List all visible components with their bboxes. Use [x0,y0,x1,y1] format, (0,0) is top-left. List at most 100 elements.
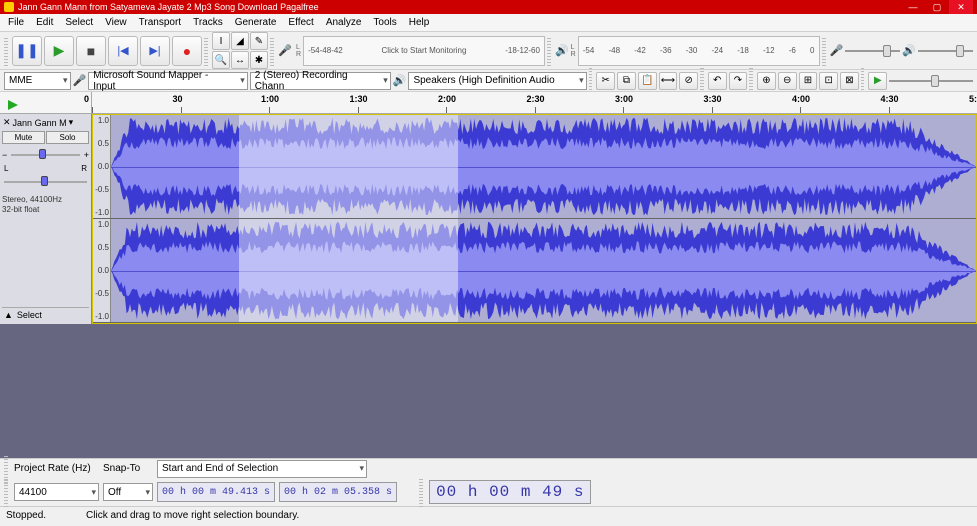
zoom-toggle-button[interactable]: ⊠ [840,72,859,90]
timeline-label: 4:00 [792,94,810,104]
timeline-label: 2:30 [527,94,545,104]
selection-region[interactable] [239,219,458,322]
project-rate-combo[interactable]: 44100 [14,483,99,501]
selection-mode-combo[interactable]: Start and End of Selection [157,460,367,478]
track-control-panel: ✕Jann Gann M▾ MuteSolo −+ LR Stereo, 441… [0,114,92,324]
mic-icon: 🎤 [278,44,292,57]
speaker-icon[interactable]: 🔊 [555,44,569,57]
rec-meter-hint: Click to Start Monitoring [343,46,506,55]
fit-project-button[interactable]: ⊡ [819,72,838,90]
mic-icon: 🎤 [73,74,87,87]
envelope-tool-icon[interactable]: ◢ [231,32,249,50]
recording-volume-slider[interactable] [845,44,900,58]
menu-tracks[interactable]: Tracks [187,15,229,30]
minimize-button[interactable]: — [901,0,925,14]
menubar: File Edit Select View Transport Tracks G… [0,14,977,32]
timeshift-tool-icon[interactable]: ↔ [231,51,249,69]
selection-region[interactable] [239,115,458,218]
track-name[interactable]: Jann Gann M [13,118,67,128]
grip[interactable] [4,36,8,66]
selection-start-time[interactable]: 00 h 00 m 49.413 s [157,482,275,502]
select-label[interactable]: Select [17,310,42,320]
empty-track-area[interactable] [0,324,977,458]
audio-position-time[interactable]: 00 h 00 m 49 s [429,480,591,504]
maximize-button[interactable]: ▢ [925,0,949,14]
play-at-speed-button[interactable]: ▶ [868,72,887,90]
channel-left[interactable]: 1.00.50.0-0.5-1.0 [93,115,976,219]
play-speed-slider[interactable] [889,74,973,88]
timeline-label: 5:00 [969,94,977,104]
grip[interactable] [700,66,704,96]
copy-button[interactable]: ⧉ [617,72,636,90]
menu-file[interactable]: File [2,15,30,30]
menu-effect[interactable]: Effect [282,15,319,30]
pause-button[interactable]: ❚❚ [12,36,42,66]
skip-start-button[interactable]: |◀ [108,36,138,66]
menu-edit[interactable]: Edit [30,15,59,30]
menu-transport[interactable]: Transport [133,15,187,30]
paste-button[interactable]: 📋 [638,72,657,90]
multi-tool-icon[interactable]: ✱ [250,51,268,69]
mute-button[interactable]: Mute [2,131,45,144]
timeline-label: 0 [84,94,89,104]
play-device-combo[interactable]: Speakers (High Definition Audio [408,72,586,90]
fit-selection-button[interactable]: ⊞ [799,72,818,90]
grip[interactable] [204,36,208,66]
waveform-area[interactable]: 1.00.50.0-0.5-1.0 1.00.50.0-0.5-1.0 [92,114,977,324]
solo-button[interactable]: Solo [46,131,89,144]
pan-slider[interactable] [4,176,87,188]
trim-button[interactable]: ⟷ [659,72,678,90]
snap-to-combo[interactable]: Off [103,483,153,501]
amplitude-scale: 1.00.50.0-0.5-1.0 [93,219,111,322]
grip[interactable] [861,66,865,96]
rec-device-combo[interactable]: Microsoft Sound Mapper - Input [88,72,248,90]
timeline-label: 2:00 [438,94,456,104]
collapse-icon[interactable]: ▲ [4,310,13,320]
zoom-tool-icon[interactable]: 🔍 [212,51,230,69]
channel-right[interactable]: 1.00.50.0-0.5-1.0 [93,219,976,323]
playback-volume-slider[interactable] [918,44,973,58]
status-state: Stopped. [6,510,46,521]
grip[interactable] [547,36,551,66]
grip[interactable] [822,36,826,66]
grip[interactable] [4,477,8,507]
mic-vol-icon: 🎤 [830,44,844,57]
selection-tool-icon[interactable]: I [212,32,230,50]
menu-view[interactable]: View [99,15,133,30]
menu-select[interactable]: Select [59,15,99,30]
timeline-ruler[interactable]: 0301:001:302:002:303:003:304:004:305:00 [0,92,977,114]
track-menu-icon[interactable]: ▾ [69,117,74,128]
close-button[interactable]: ✕ [949,0,973,14]
menu-generate[interactable]: Generate [229,15,283,30]
rec-channels-combo[interactable]: 2 (Stereo) Recording Chann [250,72,391,90]
rec-meter-icon[interactable]: 🎤 [278,36,294,66]
menu-analyze[interactable]: Analyze [320,15,368,30]
play-button[interactable]: ▶ [44,36,74,66]
zoom-out-button[interactable]: ⊖ [778,72,797,90]
stop-button[interactable]: ■ [76,36,106,66]
grip[interactable] [270,36,274,66]
grip[interactable] [589,66,593,96]
tool-palette: I ◢ ✎ 🔍 ↔ ✱ [212,32,268,69]
record-button[interactable]: ● [172,36,202,66]
redo-button[interactable]: ↷ [729,72,748,90]
skip-end-button[interactable]: ▶| [140,36,170,66]
selection-bar-labels: Project Rate (Hz) Snap-To Start and End … [0,458,977,478]
gain-slider[interactable] [11,149,79,161]
undo-button[interactable]: ↶ [708,72,727,90]
cut-button[interactable]: ✂ [596,72,615,90]
zoom-in-button[interactable]: ⊕ [757,72,776,90]
selection-end-time[interactable]: 00 h 02 m 05.358 s [279,482,397,502]
silence-button[interactable]: ⊘ [679,72,698,90]
recording-meter[interactable]: -54-48-42 Click to Start Monitoring -18-… [303,36,545,66]
toolbar-device: MME 🎤 Microsoft Sound Mapper - Input 2 (… [0,70,977,92]
grip[interactable] [749,66,753,96]
menu-help[interactable]: Help [403,15,436,30]
status-bar: Stopped. Click and drag to move right se… [0,506,977,524]
draw-tool-icon[interactable]: ✎ [250,32,268,50]
host-combo[interactable]: MME [4,72,71,90]
track-close-icon[interactable]: ✕ [3,117,11,128]
menu-tools[interactable]: Tools [367,15,402,30]
grip[interactable] [419,477,423,507]
playback-meter[interactable]: -54-48-42-36-30-24-18-12-60 [578,36,820,66]
